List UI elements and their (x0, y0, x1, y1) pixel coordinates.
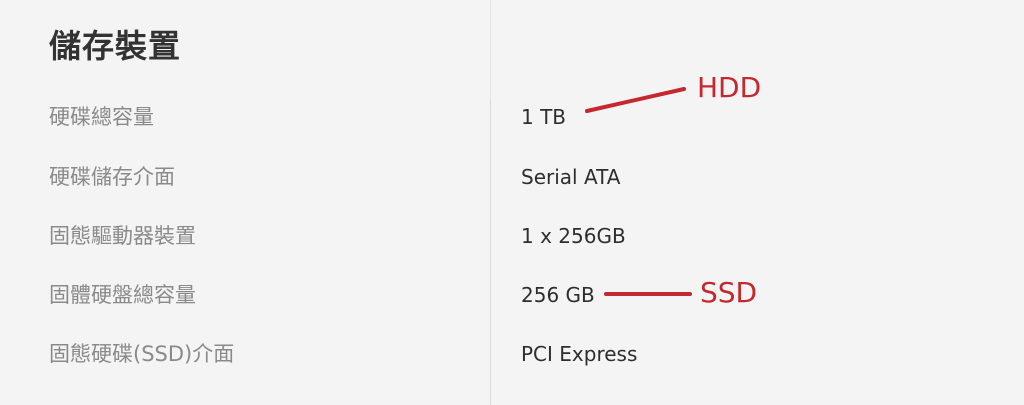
section-title: 儲存裝置 (49, 27, 182, 65)
hdd-annotation-label: HDD (697, 71, 762, 104)
spec-label: 固體硬盤總容量 (49, 283, 196, 307)
spec-row-ssd-device: 固態驅動器裝置 1 x 256GB (0, 216, 1024, 256)
spec-value: Serial ATA (521, 165, 621, 189)
spec-label: 硬碟總容量 (49, 105, 154, 129)
spec-row-ssd-capacity: 固體硬盤總容量 256 GB (0, 275, 1024, 315)
column-divider-top (490, 0, 491, 100)
spec-value: 1 TB (521, 105, 567, 129)
spec-label: 固態硬碟(SSD)介面 (49, 342, 235, 366)
spec-value: 256 GB (521, 283, 595, 307)
spec-value: PCI Express (521, 342, 638, 366)
spec-label: 固態驅動器裝置 (49, 224, 196, 248)
spec-value: 1 x 256GB (521, 224, 626, 248)
spec-row-ssd-interface: 固態硬碟(SSD)介面 PCI Express (0, 334, 1024, 374)
spec-label: 硬碟儲存介面 (49, 165, 175, 189)
ssd-annotation-label: SSD (700, 276, 758, 309)
spec-row-hdd-capacity: 硬碟總容量 1 TB (0, 97, 1024, 137)
spec-row-hdd-interface: 硬碟儲存介面 Serial ATA (0, 157, 1024, 197)
